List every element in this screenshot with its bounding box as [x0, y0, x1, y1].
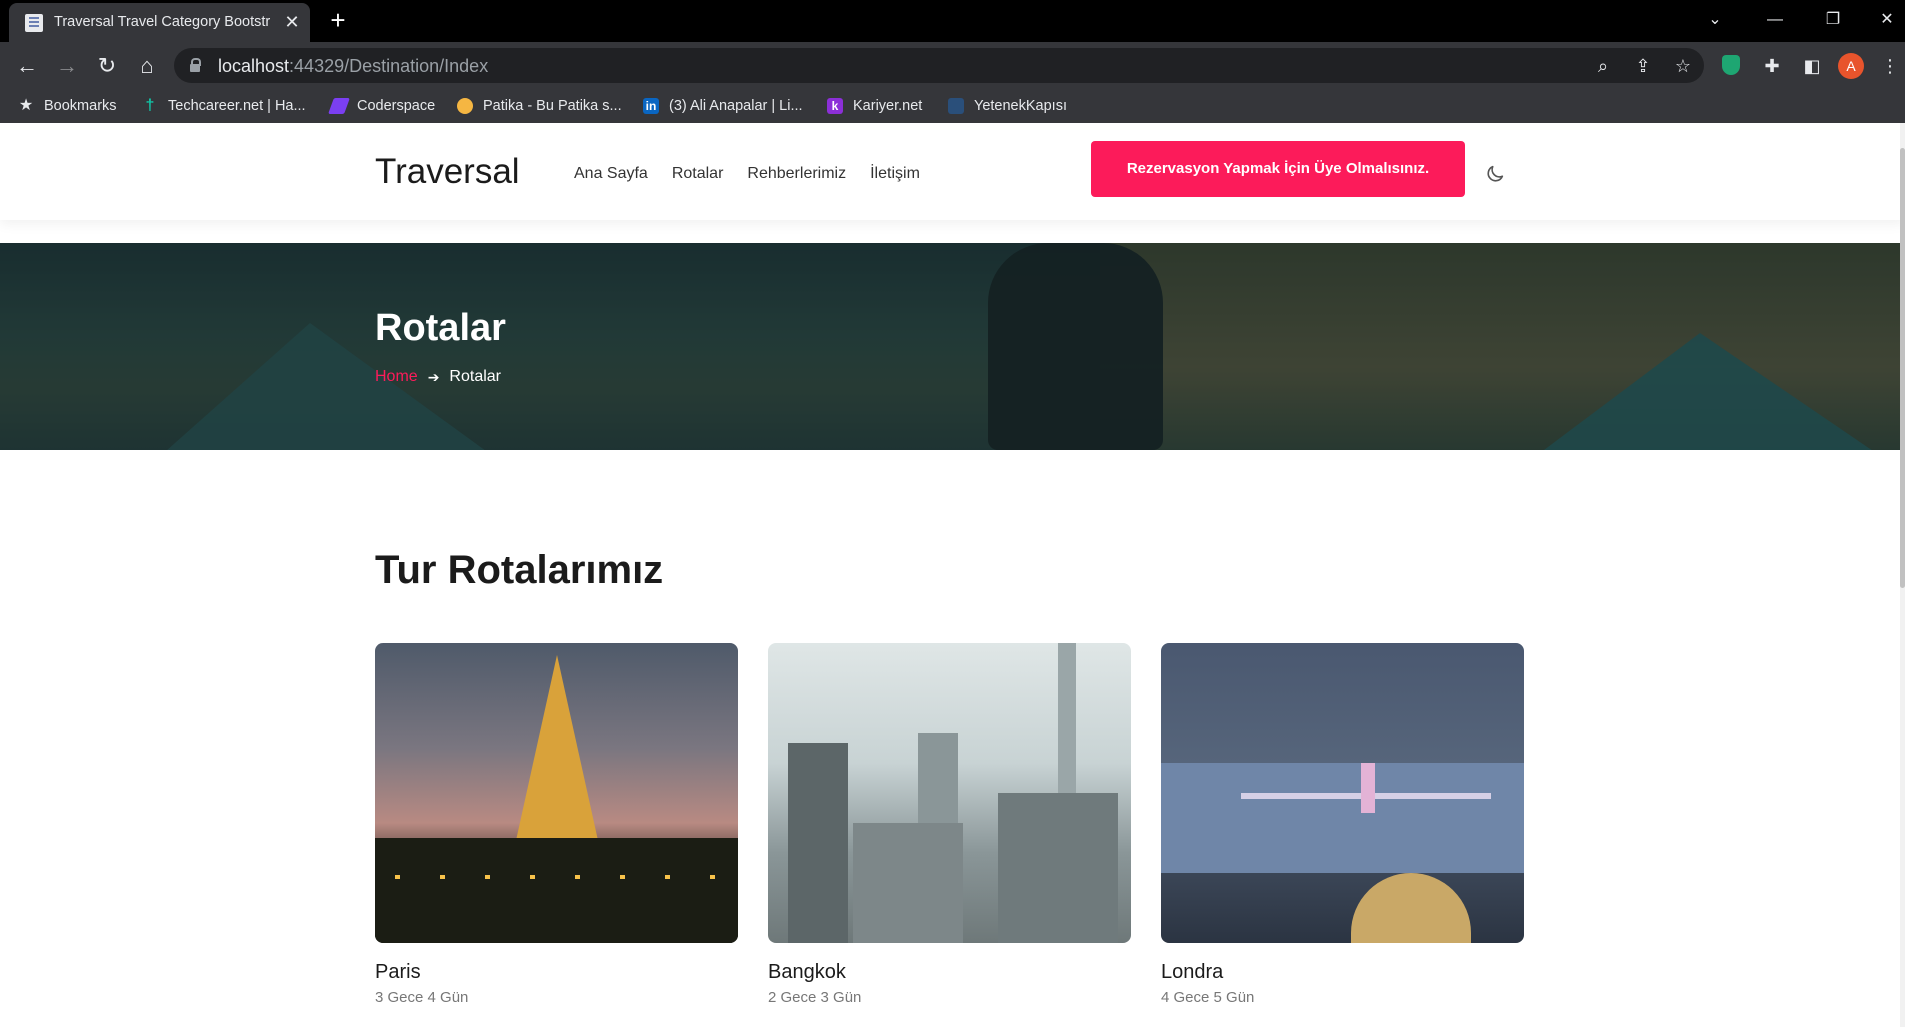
- site-header: Traversal Ana Sayfa Rotalar Rehberlerimi…: [0, 123, 1905, 220]
- share-icon[interactable]: ⇪: [1632, 55, 1654, 77]
- bookmark-label: (3) Ali Anapalar | Li...: [669, 98, 803, 114]
- linkedin-icon: in: [643, 98, 659, 114]
- nav-link-home[interactable]: Ana Sayfa: [574, 165, 648, 183]
- yetenekkapisi-icon: [948, 98, 964, 114]
- destination-duration: 4 Gece 5 Gün: [1161, 989, 1255, 1006]
- forward-arrow-icon[interactable]: →: [51, 50, 83, 82]
- restore-button[interactable]: ❐: [1818, 6, 1848, 34]
- close-tab-icon[interactable]: ✕: [281, 11, 303, 33]
- river-shape: [1161, 763, 1524, 873]
- nav-link-routes[interactable]: Rotalar: [672, 165, 724, 183]
- arrow-right-icon: ➔: [427, 368, 440, 385]
- star-icon: ★: [18, 97, 34, 114]
- page-favicon-icon: [25, 14, 43, 32]
- browser-tab-strip: Traversal Travel Category Bootstr ✕ + ⌄ …: [0, 0, 1905, 42]
- eiffel-tower-shape: [515, 655, 599, 845]
- trees-shape: [375, 838, 738, 943]
- bookmark-label: Kariyer.net: [853, 98, 923, 114]
- bookmark-item[interactable]: Coderspace: [328, 96, 436, 116]
- destination-card[interactable]: Bangkok 2 Gece 3 Gün: [768, 643, 1131, 1006]
- url-path: :44329/Destination/Index: [289, 56, 489, 76]
- bookmark-item[interactable]: † Techcareer.net | Ha...: [142, 96, 306, 116]
- kebab-menu-icon[interactable]: ⋮: [1878, 54, 1902, 78]
- page-title: Rotalar: [375, 307, 506, 349]
- browser-tab[interactable]: Traversal Travel Category Bootstr ✕: [9, 3, 310, 42]
- destination-image-paris[interactable]: [375, 643, 738, 943]
- nav-link-contact[interactable]: İletişim: [870, 165, 920, 183]
- destination-name[interactable]: Paris: [375, 961, 421, 984]
- bookmark-item[interactable]: Patika - Bu Patika s...: [457, 96, 622, 116]
- bookmark-label: Patika - Bu Patika s...: [483, 98, 622, 114]
- nav-link-guides[interactable]: Rehberlerimiz: [747, 165, 846, 183]
- lock-icon[interactable]: [190, 58, 201, 72]
- bookmark-label: YetenekKapısı: [974, 98, 1067, 114]
- bookmark-item[interactable]: ★ Bookmarks: [18, 96, 117, 116]
- bookmark-item[interactable]: YetenekKapısı: [948, 96, 1067, 116]
- coderspace-icon: [328, 98, 350, 114]
- home-icon[interactable]: ⌂: [131, 50, 163, 82]
- back-arrow-icon[interactable]: ←: [11, 50, 43, 82]
- building-shape: [998, 793, 1118, 943]
- city-lights-shape: [395, 875, 718, 879]
- building-shape: [788, 743, 848, 943]
- zoom-icon[interactable]: ⌕: [1592, 55, 1614, 77]
- destination-card[interactable]: Londra 4 Gece 5 Gün: [1161, 643, 1524, 1006]
- techcareer-icon: †: [145, 97, 155, 114]
- scrollbar-thumb[interactable]: [1900, 148, 1905, 588]
- destination-duration: 3 Gece 4 Gün: [375, 989, 469, 1006]
- banner-overlay: [0, 243, 1900, 450]
- kariyer-icon: k: [827, 98, 843, 114]
- destination-name[interactable]: Bangkok: [768, 961, 846, 984]
- destination-duration: 2 Gece 3 Gün: [768, 989, 862, 1006]
- bookmarks-bar: ★ Bookmarks † Techcareer.net | Ha... Cod…: [0, 89, 1905, 123]
- bookmark-item[interactable]: k Kariyer.net: [827, 96, 922, 116]
- page-scrollbar[interactable]: [1900, 123, 1905, 1027]
- patika-icon: [457, 98, 473, 114]
- side-panel-icon[interactable]: ◧: [1800, 54, 1824, 78]
- membership-required-button[interactable]: Rezervasyon Yapmak İçin Üye Olmalısınız.: [1091, 141, 1465, 197]
- destination-card[interactable]: Paris 3 Gece 4 Gün: [375, 643, 738, 1006]
- url-text: localhost:44329/Destination/Index: [218, 56, 488, 77]
- web-page: Traversal Ana Sayfa Rotalar Rehberlerimi…: [0, 123, 1905, 1027]
- breadcrumb-home-link[interactable]: Home: [375, 368, 418, 386]
- url-host: localhost: [218, 56, 290, 76]
- page-banner: Rotalar Home ➔ Rotalar: [0, 243, 1900, 450]
- bridge-tower-shape: [1361, 763, 1375, 813]
- main-nav: Ana Sayfa Rotalar Rehberlerimiz İletişim: [574, 165, 944, 183]
- new-tab-button[interactable]: +: [324, 6, 352, 34]
- breadcrumb: Home ➔ Rotalar: [375, 368, 501, 386]
- breadcrumb-current: Rotalar: [449, 368, 501, 385]
- extensions-puzzle-icon[interactable]: ✚: [1760, 54, 1784, 78]
- bookmark-label: Bookmarks: [44, 98, 117, 114]
- building-shape: [853, 823, 963, 943]
- destination-name[interactable]: Londra: [1161, 961, 1223, 984]
- tab-title: Traversal Travel Category Bootstr: [54, 14, 271, 30]
- section-heading: Tur Rotalarımız: [375, 548, 664, 592]
- moon-icon[interactable]: [1484, 163, 1506, 185]
- bookmark-label: Techcareer.net | Ha...: [168, 98, 306, 114]
- bookmark-item[interactable]: in (3) Ali Anapalar | Li...: [643, 96, 803, 116]
- site-logo[interactable]: Traversal: [375, 152, 520, 192]
- bookmark-label: Coderspace: [357, 98, 436, 114]
- reload-icon[interactable]: ↻: [91, 50, 123, 82]
- profile-avatar[interactable]: A: [1838, 53, 1864, 79]
- city-hall-shape: [1351, 873, 1471, 943]
- browser-toolbar: ← → ↻ ⌂ localhost:44329/Destination/Inde…: [0, 42, 1905, 89]
- tab-search-chevron-icon[interactable]: ⌄: [1700, 6, 1730, 34]
- close-window-button[interactable]: ✕: [1872, 6, 1902, 34]
- address-bar[interactable]: localhost:44329/Destination/Index ⌕ ⇪ ☆: [174, 48, 1704, 83]
- bookmark-star-icon[interactable]: ☆: [1672, 55, 1694, 77]
- destination-image-london[interactable]: [1161, 643, 1524, 943]
- minimize-button[interactable]: —: [1760, 6, 1790, 34]
- destination-image-bangkok[interactable]: [768, 643, 1131, 943]
- extension-shield-icon[interactable]: [1722, 55, 1740, 75]
